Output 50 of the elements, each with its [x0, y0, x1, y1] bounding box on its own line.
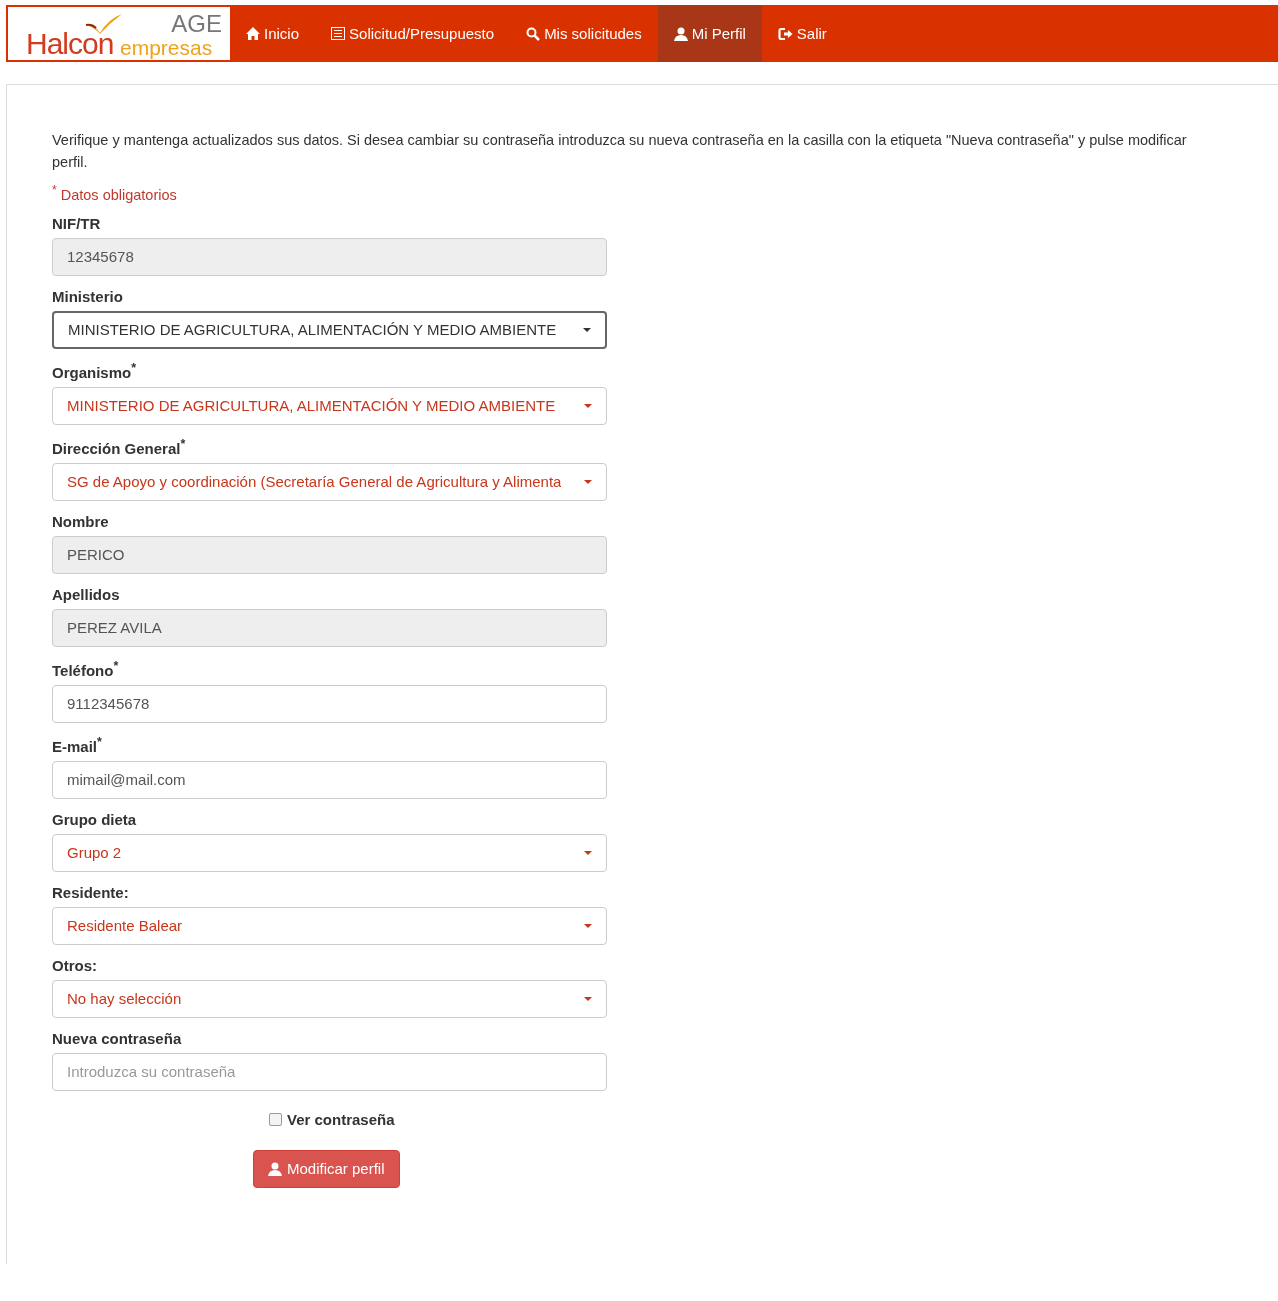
user-icon	[268, 1161, 282, 1176]
field-label: Otros:	[52, 956, 98, 974]
checkbox[interactable]	[269, 1112, 282, 1126]
caret-icon	[584, 850, 592, 855]
field-label: Residente:	[52, 883, 130, 901]
required-note: $^{*}$ Datos obligatorios	[52, 183, 178, 203]
nav-item[interactable]: Salir	[761, 5, 843, 62]
password-field[interactable]: Introduzca su contraseña	[52, 1052, 607, 1091]
select-dropdown[interactable]: MINISTERIO DE AGRICULTURA, ALIMENTACIÓN Y MEDIO AMBIENTE	[52, 310, 607, 349]
logo-brand: Halcon	[26, 27, 114, 61]
field-label: Grupo dieta	[52, 810, 138, 828]
home-icon	[246, 27, 260, 40]
input-field[interactable]: mimail@mail.com	[52, 760, 607, 799]
readonly-field: PERICO	[52, 535, 607, 574]
readonly-field: PEREZ AVILA	[52, 608, 607, 647]
logo-tag: AGE	[171, 10, 222, 38]
nav-item[interactable]: Mis solicitudes	[510, 5, 658, 62]
field-label: Apellidos	[52, 585, 121, 603]
caret-icon	[583, 327, 591, 332]
logout-icon	[777, 26, 793, 41]
select-dropdown[interactable]: Residente Balear	[52, 906, 607, 945]
field-label: Dirección General$^{*}$	[52, 436, 187, 457]
field-label: E-mail$^{*}$	[52, 734, 103, 755]
field-label: NIF/TR	[52, 214, 102, 232]
nav-item[interactable]: Solicitud/Presupuesto	[315, 5, 511, 62]
logo[interactable]: AGE Halcon empresas	[8, 7, 230, 60]
user-icon	[673, 26, 688, 41]
field-label: Ministerio	[52, 287, 124, 305]
nav-item[interactable]: Inicio	[230, 5, 316, 62]
select-dropdown[interactable]: MINISTERIO DE AGRICULTURA, ALIMENTACIÓN Y MEDIO AMBIENTE	[52, 386, 607, 425]
caret-icon	[584, 403, 592, 408]
caret-icon	[584, 923, 592, 928]
modify-profile-button[interactable]: Modificar perfil	[253, 1149, 400, 1188]
select-dropdown[interactable]: No hay selección	[52, 979, 607, 1018]
nav-item[interactable]: Mi Perfil	[657, 5, 762, 62]
select-dropdown[interactable]: Grupo 2	[52, 833, 607, 872]
caret-icon	[584, 479, 592, 484]
checkbox-label: Ver contraseña	[287, 1110, 395, 1128]
field-label: Teléfono$^{*}$	[52, 658, 120, 679]
search-icon	[526, 26, 541, 41]
logo-subtitle: empresas	[120, 36, 213, 60]
readonly-field: 12345678	[52, 237, 607, 276]
intro-text: Verifique y mantenga actualizados sus datos. Si desea cambiar su contraseña introduzca su nueva contraseña en la casilla con la etiqueta "Nueva contraseña" y pulse modificar perfil.	[52, 131, 1188, 172]
field-label: Nueva contraseña	[52, 1029, 183, 1047]
caret-icon	[584, 996, 592, 1001]
list-icon	[331, 27, 346, 40]
field-label: Nombre	[52, 512, 110, 530]
select-dropdown[interactable]: SG de Apoyo y coordinación (Secretaría General de Agricultura y Alimenta	[52, 462, 607, 501]
input-field[interactable]: 9112345678	[52, 684, 607, 723]
field-label: Organismo$^{*}$	[52, 360, 138, 381]
